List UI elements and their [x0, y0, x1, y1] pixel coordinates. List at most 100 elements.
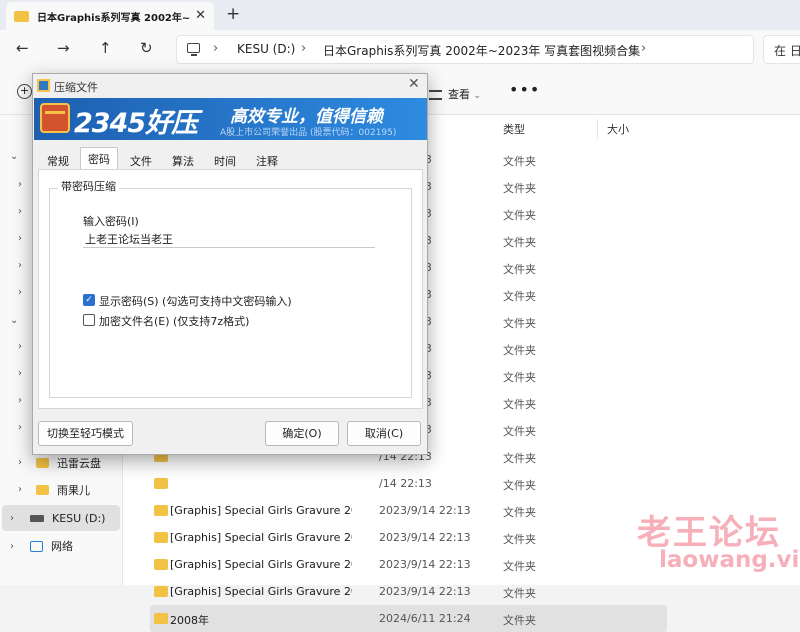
- file-date: 2023/9/14 22:13: [379, 558, 471, 571]
- file-type: 文件夹: [503, 614, 536, 627]
- breadcrumb-separator: ›: [301, 41, 307, 56]
- tab-files[interactable]: 文件: [122, 149, 160, 169]
- sidebar-item-label: KESU (D:): [52, 511, 106, 525]
- sidebar-item-kesu-drive[interactable]: KESU (D:): [2, 505, 120, 531]
- search-input[interactable]: 在 日: [763, 35, 800, 64]
- table-row[interactable]: [Graphis] Special Girls Gravure 2012-...…: [150, 578, 667, 605]
- column-header-size[interactable]: 大小: [607, 121, 629, 137]
- tab-general[interactable]: 常规: [39, 149, 77, 169]
- view-button[interactable]: 查看 ⌄: [429, 86, 481, 102]
- tab-comment[interactable]: 注释: [248, 149, 286, 169]
- table-row[interactable]: [Graphis] Special Girls Gravure 2012-...…: [150, 497, 667, 524]
- file-type: 文件夹: [503, 317, 536, 330]
- tab-title: 日本Graphis系列写真 2002年~: [37, 12, 191, 24]
- file-name: [Graphis] Special Girls Gravure 2012-...: [170, 558, 352, 571]
- expand-chevron-icon[interactable]: ›: [18, 287, 22, 298]
- file-type: 文件夹: [503, 263, 536, 276]
- expand-chevron-icon[interactable]: ›: [18, 422, 22, 433]
- archive-box-icon: [40, 103, 70, 133]
- expand-chevron-icon[interactable]: ⌄: [10, 315, 18, 326]
- file-type: 文件夹: [503, 236, 536, 249]
- file-date: 2023/9/14 22:13: [379, 585, 471, 598]
- back-button[interactable]: ←: [16, 39, 29, 57]
- file-type: 文件夹: [503, 182, 536, 195]
- sidebar-item-label: 雨果儿: [57, 484, 90, 497]
- sidebar-item-network[interactable]: 网络: [30, 533, 73, 559]
- folder-icon: [154, 478, 168, 489]
- encrypt-filenames-checkbox[interactable]: [83, 314, 95, 326]
- up-button[interactable]: ↑: [99, 39, 112, 57]
- dialog-tabs: 常规 密码 文件 算法 时间 注释: [37, 147, 427, 170]
- switch-light-mode-button[interactable]: 切换至轻巧模式: [38, 421, 133, 446]
- new-tab-button[interactable]: +: [226, 4, 240, 24]
- watermark-url: laowang.vip: [659, 547, 800, 573]
- expand-chevron-icon[interactable]: ›: [18, 457, 22, 468]
- breadcrumb-folder[interactable]: 日本Graphis系列写真 2002年~2023年 写真套图视频合集: [323, 42, 640, 59]
- tab-time[interactable]: 时间: [206, 149, 244, 169]
- expand-chevron-icon[interactable]: ›: [10, 513, 14, 524]
- folder-icon: [36, 485, 49, 495]
- file-type: 文件夹: [503, 155, 536, 168]
- password-label: 输入密码(I): [83, 215, 139, 228]
- ok-button[interactable]: 确定(O): [265, 421, 339, 446]
- expand-chevron-icon[interactable]: ⌄: [10, 151, 18, 162]
- forward-button[interactable]: →: [57, 39, 70, 57]
- breadcrumb-separator: ›: [641, 41, 647, 56]
- breadcrumb-drive[interactable]: KESU (D:): [237, 42, 295, 56]
- address-bar[interactable]: › KESU (D:) › 日本Graphis系列写真 2002年~2023年 …: [176, 35, 754, 64]
- tab-algorithm[interactable]: 算法: [164, 149, 202, 169]
- expand-chevron-icon[interactable]: ›: [18, 206, 22, 217]
- cancel-button[interactable]: 取消(C): [347, 421, 421, 446]
- show-password-label[interactable]: 显示密码(S) (勾选可支持中文密码输入): [99, 293, 292, 309]
- view-label: 查看: [448, 88, 470, 101]
- expand-chevron-icon[interactable]: ›: [18, 368, 22, 379]
- show-password-checkbox[interactable]: ✓: [83, 294, 95, 306]
- file-date: 2023/9/14 22:13: [379, 531, 471, 544]
- expand-chevron-icon[interactable]: ›: [18, 395, 22, 406]
- expand-chevron-icon[interactable]: ›: [18, 484, 22, 495]
- folder-icon: [154, 559, 168, 570]
- file-type: 文件夹: [503, 560, 536, 573]
- file-name: [Graphis] Special Girls Gravure 2012-...: [170, 504, 352, 517]
- tab-current-folder[interactable]: 日本Graphis系列写真 2002年~ ✕: [6, 2, 214, 30]
- folder-icon: [14, 10, 29, 22]
- expand-chevron-icon[interactable]: ›: [18, 341, 22, 352]
- table-row[interactable]: [Graphis] Special Girls Gravure 2012-...…: [150, 551, 667, 578]
- password-input[interactable]: [83, 230, 375, 248]
- tab-close-button[interactable]: ✕: [195, 8, 206, 23]
- file-type: 文件夹: [503, 452, 536, 465]
- file-name: 2008年: [170, 614, 209, 627]
- folder-icon: [154, 586, 168, 597]
- expand-chevron-icon[interactable]: ›: [18, 260, 22, 271]
- sidebar-item-label: 迅雷云盘: [57, 457, 101, 470]
- folder-icon: [36, 458, 49, 468]
- encrypt-filenames-label[interactable]: 加密文件名(E) (仅支持7z格式): [99, 313, 249, 329]
- file-type: 文件夹: [503, 209, 536, 222]
- breadcrumb-separator: ›: [213, 41, 219, 56]
- table-row[interactable]: [Graphis] Special Girls Gravure 2012-...…: [150, 524, 667, 551]
- file-type: 文件夹: [503, 371, 536, 384]
- file-type: 文件夹: [503, 398, 536, 411]
- file-date: 2024/6/11 21:24: [379, 612, 471, 625]
- group-label: 带密码压缩: [58, 178, 119, 194]
- expand-chevron-icon[interactable]: ›: [18, 179, 22, 190]
- expand-chevron-icon[interactable]: ›: [18, 233, 22, 244]
- file-type: 文件夹: [503, 425, 536, 438]
- more-options-button[interactable]: •••: [509, 80, 540, 99]
- tab-password[interactable]: 密码: [80, 147, 118, 170]
- file-type: 文件夹: [503, 479, 536, 492]
- sidebar-item-yuguoer[interactable]: 雨果儿: [36, 477, 90, 503]
- table-row[interactable]: 2008年 2024/6/11 21:24 文件夹: [150, 605, 667, 632]
- brand-subtitle: A股上市公司荣誉出品 (股票代码：002195): [220, 128, 397, 138]
- computer-icon: [187, 43, 200, 53]
- refresh-button[interactable]: ↻: [140, 39, 153, 57]
- column-header-type[interactable]: 类型: [503, 121, 525, 137]
- column-divider[interactable]: [597, 119, 598, 139]
- drive-icon: [30, 514, 44, 522]
- new-item-icon[interactable]: +: [17, 84, 32, 99]
- table-row[interactable]: /14 22:13 文件夹: [150, 470, 667, 497]
- expand-chevron-icon[interactable]: ›: [10, 541, 14, 552]
- app-icon: [37, 79, 50, 92]
- dialog-close-button[interactable]: ✕: [408, 76, 420, 92]
- file-name: [Graphis] Special Girls Gravure 2012-...: [170, 531, 352, 544]
